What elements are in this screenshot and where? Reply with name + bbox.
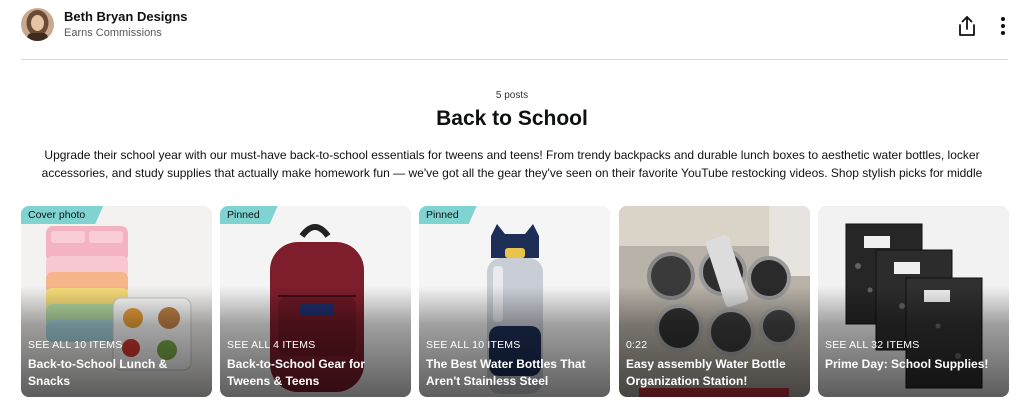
card-title: Back-to-School Lunch & Snacks [28,357,168,388]
creator-header: Beth Bryan Designs Earns Commissions [0,0,1024,52]
card-title: Back-to-School Gear for Tweens & Teens [227,357,366,388]
post-card-supplies[interactable]: SEE ALL 32 ITEMS Prime Day: School Suppl… [818,206,1009,397]
card-title: Prime Day: School Supplies! [825,357,989,371]
post-cards: Cover photo SEE ALL 10 ITEMS Back-to-Sch… [21,206,1009,397]
card-title: Easy assembly Water Bottle Organization … [626,357,786,388]
creator-subtitle: Earns Commissions [64,27,162,39]
avatar[interactable] [21,8,54,41]
see-all-label: SEE ALL 4 ITEMS [227,339,316,351]
pinned-tag: Pinned [419,206,477,224]
cover-photo-tag: Cover photo [21,206,103,224]
post-count: 5 posts [495,90,529,101]
more-vertical-icon[interactable] [994,15,1012,37]
post-card-video[interactable]: 0:22 Easy assembly Water Bottle Organiza… [619,206,810,397]
post-card-bottles[interactable]: Pinned SEE ALL 10 ITEMS The Best Water B… [419,206,610,397]
see-all-label: SEE ALL 32 ITEMS [825,339,920,351]
see-all-label: SEE ALL 10 ITEMS [426,339,521,351]
post-card-lunch[interactable]: Cover photo SEE ALL 10 ITEMS Back-to-Sch… [21,206,212,397]
post-card-gear[interactable]: Pinned SEE ALL 4 ITEMS Back-to-School Ge… [220,206,411,397]
card-title: The Best Water Bottles That Aren't Stain… [426,357,586,388]
page-title: Back to School [436,107,588,130]
creator-name[interactable]: Beth Bryan Designs [64,9,188,24]
header-divider [21,59,1008,60]
pinned-tag: Pinned [220,206,278,224]
video-duration: 0:22 [626,339,648,351]
share-icon[interactable] [956,14,978,38]
see-all-label: SEE ALL 10 ITEMS [28,339,123,351]
list-description: Upgrade their school year with our must-… [41,148,983,180]
